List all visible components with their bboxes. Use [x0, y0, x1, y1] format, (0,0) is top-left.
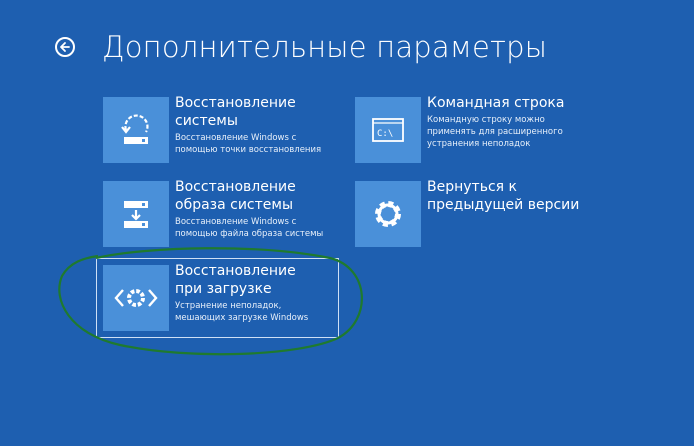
option-name: Вернуться к предыдущей версии: [427, 179, 580, 213]
option-tile: [103, 181, 169, 247]
option-name: Командная строка: [427, 95, 565, 111]
option-tile: C:\: [355, 97, 421, 163]
option-system-restore[interactable]: Восстановление системы Восстановление Wi…: [103, 95, 325, 163]
back-button[interactable]: [55, 37, 75, 57]
option-tile: [355, 181, 421, 247]
startup-repair-icon: [114, 289, 158, 307]
option-name: Восстановление образа системы: [175, 179, 296, 213]
option-description: Восстановление Windows с помощью точки в…: [175, 133, 322, 155]
back-arrow-icon: [60, 42, 70, 52]
option-command-prompt[interactable]: C:\ Командная строка Командную строку мо…: [355, 95, 592, 163]
option-previous-version[interactable]: Вернуться к предыдущей версии: [355, 179, 592, 247]
image-recovery-icon: [124, 201, 148, 228]
gear-icon: [375, 201, 401, 227]
option-startup-repair[interactable]: Восстановление при загрузке Устранение н…: [96, 258, 339, 338]
option-tile: [103, 265, 169, 331]
command-prompt-tile-text: C:\: [377, 129, 393, 139]
option-description: Командную строку можно применять для рас…: [427, 115, 563, 149]
option-name: Восстановление системы: [175, 95, 296, 129]
system-restore-icon: [121, 114, 149, 144]
option-description: Устранение неполадок, мешающих загрузке …: [175, 301, 309, 323]
command-prompt-icon: C:\: [372, 118, 404, 142]
option-tile: [103, 97, 169, 163]
option-image-recovery[interactable]: Восстановление образа системы Восстановл…: [103, 179, 325, 247]
option-description: Восстановление Windows с помощью файла о…: [175, 217, 324, 239]
option-name: Восстановление при загрузке: [175, 263, 296, 297]
page-title: Дополнительные параметры: [102, 30, 548, 64]
